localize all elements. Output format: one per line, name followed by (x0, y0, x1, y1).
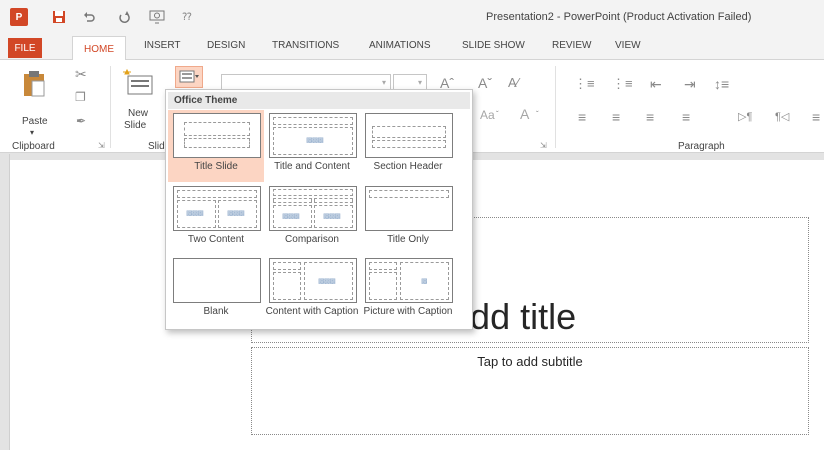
tab-view[interactable]: VIEW (615, 40, 641, 51)
clipboard-group-label: Clipboard (12, 141, 55, 152)
layout-title-and-content[interactable]: ▩▩▩ Title and Content (264, 110, 360, 182)
layout-thumbnail: ▩▩▩ (269, 258, 357, 303)
chevron-down-icon[interactable]: ˇ (536, 110, 539, 119)
new-slide-label-line2: Slide (124, 120, 147, 131)
layout-name: Content with Caption (265, 306, 359, 317)
layout-content-with-caption[interactable]: ▩▩▩ Content with Caption (264, 255, 360, 327)
slides-group-label: Slid (148, 141, 165, 152)
layout-name: Comparison (285, 234, 339, 245)
tab-review[interactable]: REVIEW (552, 40, 591, 51)
layout-name: Two Content (187, 234, 245, 245)
layout-section-header[interactable]: Section Header (360, 110, 456, 182)
decrease-font-size-icon[interactable]: Aˇ (478, 75, 492, 91)
tab-file[interactable]: FILE (8, 38, 42, 58)
layout-thumbnail (365, 186, 453, 231)
layout-name: Blank (203, 306, 229, 317)
columns-icon[interactable]: ≡ (812, 109, 820, 125)
clear-formatting-icon[interactable]: A∕ (508, 75, 519, 90)
customize-qat-icon[interactable]: ⁇ (178, 8, 196, 26)
subtitle-placeholder-text: Tap to add subtitle (477, 354, 583, 369)
format-painter-icon[interactable]: ✒ (76, 114, 86, 128)
save-icon[interactable] (50, 8, 68, 26)
tab-animations[interactable]: ANIMATIONS (369, 40, 430, 51)
layout-thumbnail (173, 113, 261, 158)
ribbon-tabs: FILE HOME INSERT DESIGN TRANSITIONS ANIM… (0, 34, 824, 61)
layout-name: Title and Content (274, 161, 350, 172)
chevron-down-icon[interactable]: ▾ (418, 78, 422, 87)
layout-thumbnail: ▩▩▩ ▩▩▩ (173, 186, 261, 231)
layout-thumbnail: ▩▩▩ (269, 113, 357, 158)
group-separator (555, 66, 556, 148)
layout-thumbnail: ▩▩▩ ▩▩▩ (269, 186, 357, 231)
bullets-icon[interactable]: ⋮≡ (574, 76, 595, 92)
align-center-icon[interactable]: ≡ (612, 109, 620, 125)
layout-comparison[interactable]: ▩▩▩ ▩▩▩ Comparison (264, 183, 360, 255)
cut-icon[interactable]: ✂ (75, 66, 87, 83)
numbering-icon[interactable]: ⋮≡ (612, 76, 633, 92)
layout-picture-with-caption[interactable]: ▩ Picture with Caption (360, 255, 456, 327)
align-left-icon[interactable]: ≡ (578, 109, 586, 125)
layout-name: Title Only (387, 234, 429, 245)
layout-thumbnail (173, 258, 261, 303)
align-right-icon[interactable]: ≡ (646, 109, 654, 125)
layout-name: Section Header (373, 161, 443, 172)
tab-slide-show[interactable]: SLIDE SHOW (462, 40, 525, 51)
layout-blank[interactable]: Blank (168, 255, 264, 327)
layout-name: Picture with Caption (363, 306, 453, 317)
tab-home[interactable]: HOME (72, 36, 126, 61)
tab-transitions[interactable]: TRANSITIONS (272, 40, 339, 51)
paste-dropdown-icon[interactable]: ▾ (30, 128, 34, 137)
tab-design[interactable]: DESIGN (207, 40, 245, 51)
layout-gallery-header: Office Theme (168, 92, 470, 109)
group-separator (110, 66, 111, 148)
font-launcher-icon[interactable]: ⇲ (540, 141, 547, 150)
justify-icon[interactable]: ≡ (682, 109, 690, 125)
text-direction-ltr-icon[interactable]: ▷¶ (738, 110, 752, 123)
font-color-button[interactable]: A (520, 106, 529, 122)
paste-label: Paste (22, 116, 48, 127)
title-bar: P ⁇ Presentation2 - PowerPoint (Product … (0, 0, 824, 34)
undo-icon[interactable] (80, 8, 98, 26)
layout-name: Title Slide (194, 161, 238, 172)
slide-thumbnails-pane[interactable] (0, 154, 10, 450)
tab-insert[interactable]: INSERT (144, 40, 181, 51)
new-slide-button[interactable]: New Slide (118, 68, 158, 134)
text-direction-rtl-icon[interactable]: ¶◁ (775, 110, 789, 123)
line-spacing-icon[interactable]: ↕≡ (714, 76, 729, 92)
layout-thumbnail (365, 113, 453, 158)
clipboard-launcher-icon[interactable]: ⇲ (98, 141, 105, 150)
copy-icon[interactable]: ❐ (75, 90, 86, 104)
start-from-beginning-icon[interactable] (148, 8, 166, 26)
layout-title-slide[interactable]: Title Slide (168, 110, 264, 182)
layout-gallery-dropdown: Office Theme Title Slide ▩▩▩ Title and C… (165, 89, 473, 330)
layout-thumbnail: ▩ (365, 258, 453, 303)
decrease-indent-icon[interactable]: ⇤ (650, 76, 662, 93)
paragraph-group-label: Paragraph (678, 141, 725, 152)
increase-indent-icon[interactable]: ⇥ (684, 76, 696, 93)
change-case-button[interactable]: Aa (480, 108, 495, 122)
layout-button[interactable] (175, 66, 203, 88)
redo-icon[interactable] (115, 8, 133, 26)
powerpoint-logo-icon[interactable]: P (10, 8, 28, 26)
new-slide-label: New (128, 108, 149, 119)
subtitle-placeholder[interactable]: Tap to add subtitle (251, 347, 809, 435)
chevron-down-icon[interactable]: ▾ (382, 78, 386, 87)
chevron-down-icon[interactable]: ˇ (496, 110, 499, 119)
layout-two-content[interactable]: ▩▩▩ ▩▩▩ Two Content (168, 183, 264, 255)
layout-title-only[interactable]: Title Only (360, 183, 456, 255)
paste-button[interactable]: Paste ▾ (20, 68, 50, 137)
window-title: Presentation2 - PowerPoint (Product Acti… (486, 11, 752, 23)
